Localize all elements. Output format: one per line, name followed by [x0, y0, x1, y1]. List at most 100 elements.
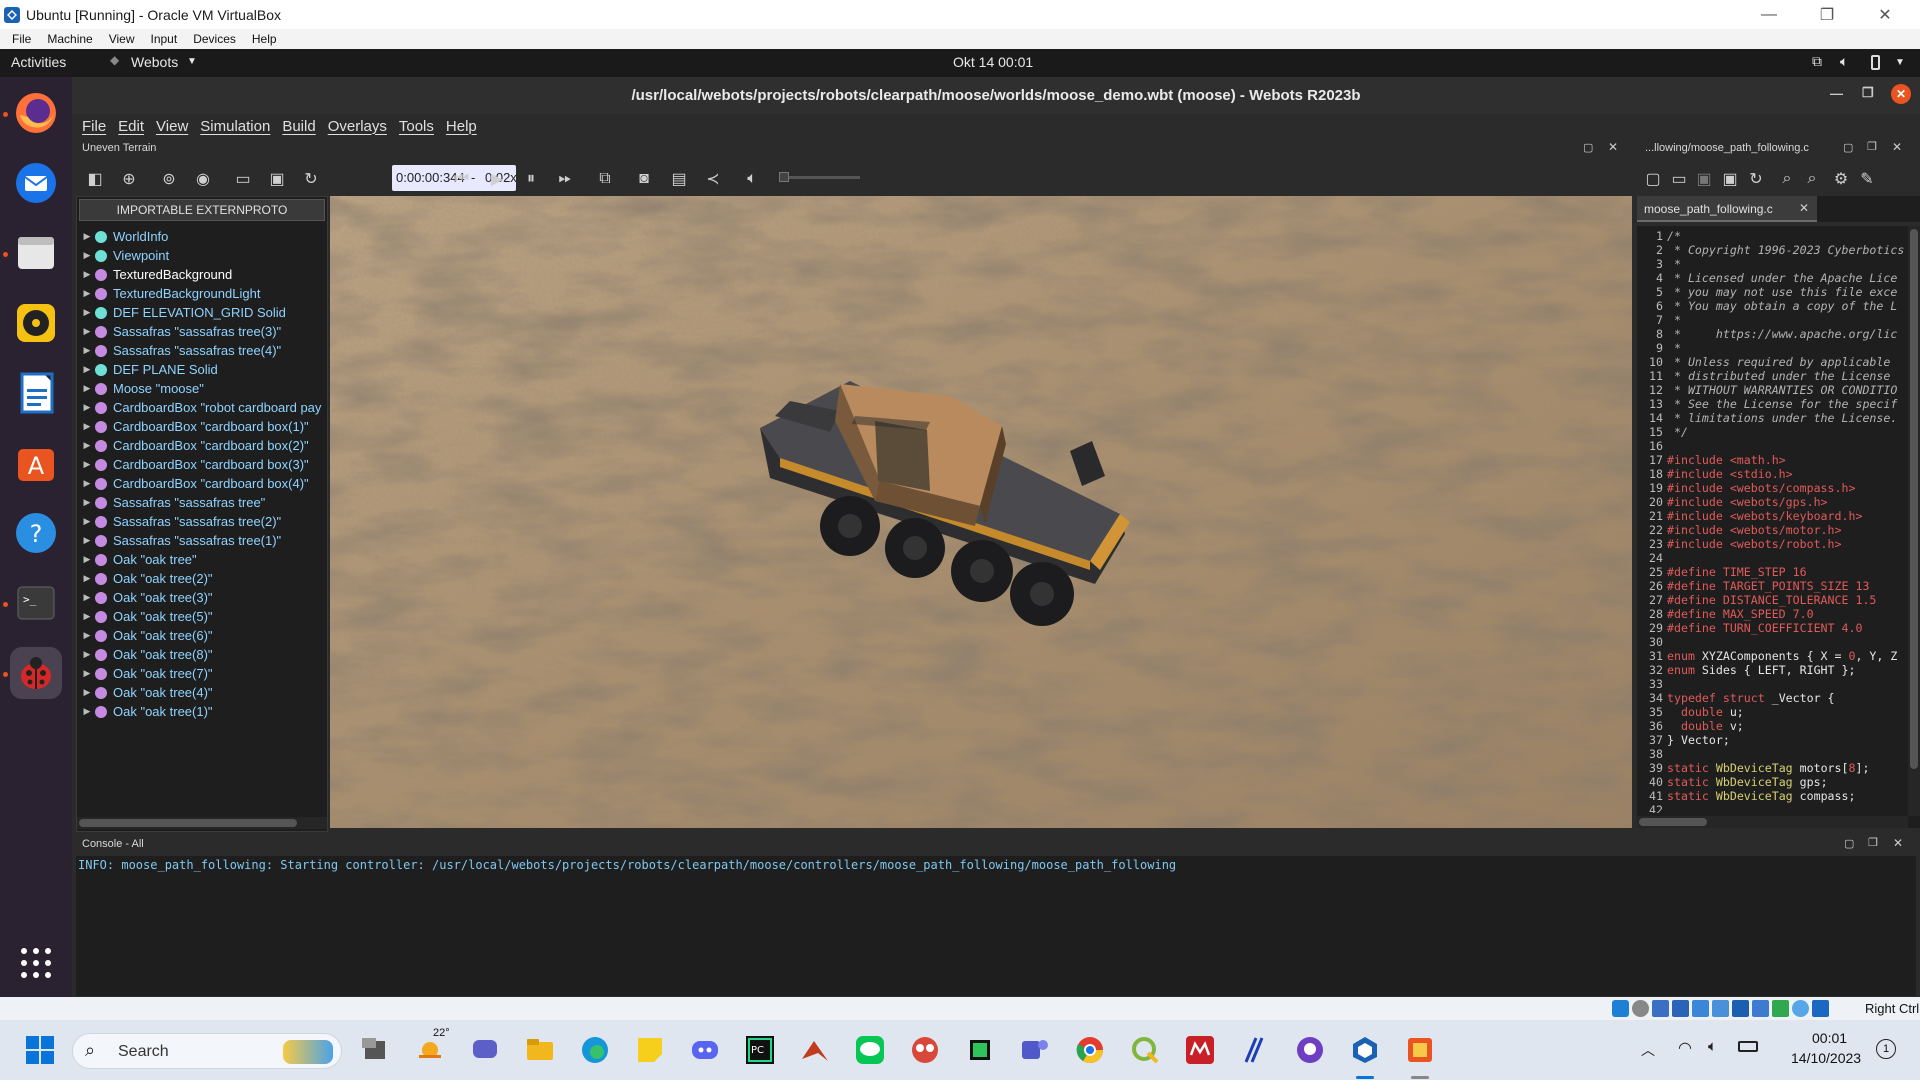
tree-horizontal-scrollbar[interactable] [77, 817, 327, 829]
scene-tree-item[interactable]: ▶ Oak "oak tree(6)" [79, 626, 327, 645]
expand-arrow-icon[interactable]: ▶ [79, 649, 95, 660]
recording-icon[interactable] [1752, 1000, 1769, 1017]
battery-icon[interactable] [1871, 55, 1880, 70]
build-gear-icon[interactable]: ⚙︎ [1830, 168, 1852, 190]
show-apps-grid-icon[interactable] [10, 937, 62, 989]
menu-view[interactable]: View [150, 118, 194, 135]
scene-tree-item[interactable]: ▶ Oak "oak tree(8)" [79, 645, 327, 664]
scene-tree-item[interactable]: ▶ WorldInfo [79, 227, 327, 246]
hide-scene-tree-icon[interactable]: ◧ [84, 168, 106, 190]
discord-like-chat-icon[interactable] [466, 1031, 504, 1069]
mendeley-icon[interactable] [1181, 1031, 1219, 1069]
firefox-icon[interactable] [10, 87, 62, 139]
cpu-monitor-icon[interactable] [961, 1031, 999, 1069]
reload-world-icon[interactable]: ↻ [300, 168, 322, 190]
webots-maximize-icon[interactable]: ❐ [1862, 85, 1874, 101]
expand-arrow-icon[interactable]: ▶ [79, 269, 95, 280]
expand-arrow-icon[interactable]: ▶ [79, 383, 95, 394]
menu-tools[interactable]: Tools [393, 118, 440, 135]
step-icon[interactable]: ▶︎ [486, 168, 508, 190]
importable-externproto-button[interactable]: IMPORTABLE EXTERNPROTO [79, 199, 325, 221]
scene-tree-item[interactable]: ▶ CardboardBox "cardboard box(3)" [79, 455, 327, 474]
menu-file[interactable]: File [76, 118, 112, 135]
editor-open-file-icon[interactable]: ▭ [1668, 168, 1690, 190]
speaker-icon[interactable]: 🔈︎ [1708, 1038, 1717, 1055]
battery-tray-icon[interactable] [1738, 1041, 1758, 1052]
editor-vertical-scrollbar[interactable] [1908, 226, 1920, 816]
scene-tree-item[interactable]: ▶ Sassafras "sassafras tree(4)" [79, 341, 327, 360]
minimize-icon[interactable]: — [1740, 0, 1798, 29]
scene-tree-item[interactable]: ▶ Oak "oak tree(5)" [79, 607, 327, 626]
chevron-down-icon[interactable]: ▼ [187, 56, 197, 67]
screenshot-icon[interactable]: ◙ [633, 168, 655, 190]
vbox-menu-machine[interactable]: Machine [39, 32, 100, 46]
network-icon[interactable]: ⧉ [1812, 53, 1822, 70]
scene-tree-item[interactable]: ▶ CardboardBox "cardboard box(1)" [79, 417, 327, 436]
thunderbird-icon[interactable] [10, 157, 62, 209]
terminal-icon[interactable]: >_ [10, 577, 62, 629]
menu-overlays[interactable]: Overlays [322, 118, 393, 135]
audio-icon[interactable] [1652, 1000, 1669, 1017]
scene-tree-item[interactable]: ▶ Oak "oak tree(4)" [79, 683, 327, 702]
eye-icon[interactable]: ◉ [192, 168, 214, 190]
console-float-icon[interactable]: ▢ [1844, 837, 1854, 850]
network-adapter-icon[interactable] [1672, 1000, 1689, 1017]
expand-arrow-icon[interactable]: ▶ [79, 668, 95, 679]
find-replace-icon[interactable]: ⌕ [1801, 168, 1823, 190]
expand-arrow-icon[interactable]: ▶ [79, 459, 95, 470]
restore-icon[interactable]: ❐ [1798, 0, 1856, 29]
open-world-icon[interactable]: ▭ [232, 168, 254, 190]
expand-arrow-icon[interactable]: ▶ [79, 421, 95, 432]
vbox-menu-help[interactable]: Help [244, 32, 285, 46]
help-icon[interactable]: ? [10, 507, 62, 559]
ubuntu-clock[interactable]: Okt 14 00:01 [953, 54, 1033, 70]
scene-tree-item[interactable]: ▶ CardboardBox "robot cardboard pay [79, 398, 327, 417]
editor-float-icon[interactable]: ▢ [1843, 141, 1853, 154]
menu-edit[interactable]: Edit [112, 118, 150, 135]
optical-drive-icon[interactable] [1632, 1000, 1649, 1017]
editor-save-icon[interactable]: ▣ [1693, 168, 1715, 190]
tray-overflow-icon[interactable]: ︿ [1641, 1040, 1655, 1060]
paint-stroke-app-icon[interactable] [1236, 1031, 1274, 1069]
expand-arrow-icon[interactable]: ▶ [79, 592, 95, 603]
scene-tree-item[interactable]: ▶ DEF ELEVATION_GRID Solid [79, 303, 327, 322]
expand-arrow-icon[interactable]: ▶ [79, 535, 95, 546]
mute-icon[interactable]: 🔈︎ [741, 168, 763, 190]
scene-tree-item[interactable]: ▶ TexturedBackgroundLight [79, 284, 327, 303]
expand-arrow-icon[interactable]: ▶ [79, 326, 95, 337]
webots-ladybug-icon[interactable] [10, 647, 62, 699]
display-icon[interactable] [1732, 1000, 1749, 1017]
volume-slider[interactable] [784, 176, 860, 179]
qgis-icon[interactable] [1126, 1031, 1164, 1069]
console-close-icon[interactable]: ✕ [1893, 836, 1903, 850]
editor-tab-close-icon[interactable]: ✕ [1799, 201, 1809, 215]
vbox-menu-file[interactable]: File [0, 32, 39, 46]
scene-tree-item[interactable]: ▶ Sassafras "sassafras tree(2)" [79, 512, 327, 531]
system-menu-chevron-icon[interactable]: ▼ [1895, 57, 1905, 68]
mouse-integration-icon[interactable] [1792, 1000, 1809, 1017]
shared-folders-icon[interactable] [1712, 1000, 1729, 1017]
libreoffice-writer-icon[interactable] [10, 367, 62, 419]
edge-browser-icon[interactable] [576, 1031, 614, 1069]
expand-arrow-icon[interactable]: ▶ [79, 497, 95, 508]
webots-close-icon[interactable]: ✕ [1891, 84, 1911, 104]
editor-new-file-icon[interactable]: ▢ [1642, 168, 1664, 190]
taskbar-search-box[interactable]: ⌕ Search [72, 1033, 342, 1069]
scene-tree-item[interactable]: ▶ Oak "oak tree(7)" [79, 664, 327, 683]
vbox-menu-view[interactable]: View [101, 32, 143, 46]
scene-tree-item[interactable]: ▶ Oak "oak tree(1)" [79, 702, 327, 721]
scene-tree-item[interactable]: ▶ Oak "oak tree(3)" [79, 588, 327, 607]
editor-tab[interactable]: moose_path_following.c ✕ [1637, 196, 1817, 222]
taskbar-time[interactable]: 00:01 [1812, 1030, 1847, 1046]
scene-tree-item[interactable]: ▶ Viewpoint [79, 246, 327, 265]
wifi-icon[interactable]: ◠ [1678, 1038, 1692, 1058]
3d-viewport[interactable] [330, 196, 1632, 828]
notification-badge[interactable]: 1 [1876, 1039, 1896, 1059]
task-view-icon[interactable] [356, 1031, 394, 1069]
code-area[interactable]: 1/* 2 * Copyright 1996-2023 Cyberbotics 3 … [1639, 229, 1909, 813]
editor-save-all-icon[interactable]: ▣ [1719, 168, 1741, 190]
taskbar-date[interactable]: 14/10/2023 [1791, 1050, 1861, 1066]
expand-arrow-icon[interactable]: ▶ [79, 554, 95, 565]
file-explorer-icon[interactable] [521, 1031, 559, 1069]
cpu-icon[interactable] [1772, 1000, 1789, 1017]
